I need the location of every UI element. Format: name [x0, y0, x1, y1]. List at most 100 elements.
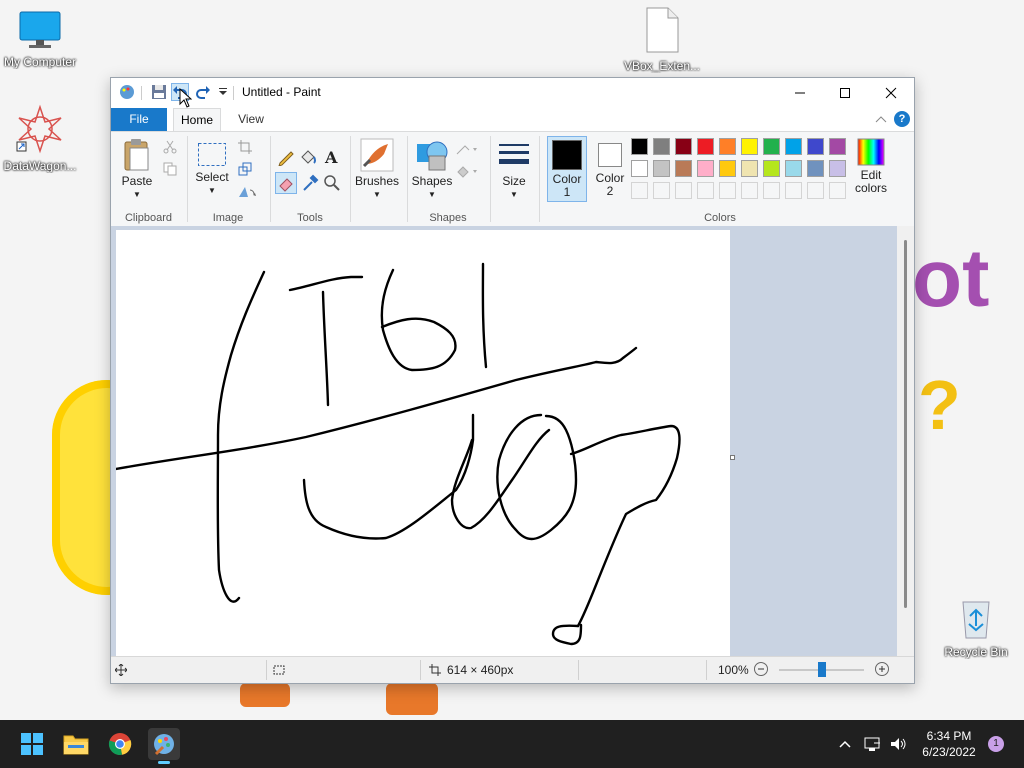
clock-date: 6/23/2022 — [922, 745, 976, 759]
tools-group-label: Tools — [297, 212, 323, 224]
save-icon[interactable] — [151, 84, 167, 100]
chrome-button[interactable] — [104, 728, 136, 760]
collapse-ribbon-icon[interactable] — [875, 114, 887, 124]
palette-custom-slot[interactable] — [719, 182, 736, 199]
desktop-icon-my-computer[interactable]: My Computer — [0, 10, 80, 69]
palette-custom-slot[interactable] — [741, 182, 758, 199]
paint-taskbar-button[interactable] — [148, 728, 180, 764]
fill-bucket-icon[interactable] — [299, 148, 317, 166]
rotate-icon[interactable] — [238, 184, 258, 198]
resize-icon[interactable] — [238, 162, 252, 176]
tab-file[interactable]: File — [111, 108, 167, 131]
palette-custom-slot[interactable] — [785, 182, 802, 199]
zoom-slider-thumb[interactable] — [817, 662, 826, 677]
outline-icon[interactable] — [455, 142, 479, 156]
crop-icon[interactable] — [238, 140, 252, 154]
close-button[interactable] — [868, 78, 913, 108]
palette-swatch[interactable] — [829, 138, 846, 155]
color2-button[interactable]: Color 2 — [591, 136, 629, 202]
notification-badge[interactable]: 1 — [988, 736, 1004, 752]
palette-custom-slot[interactable] — [807, 182, 824, 199]
size-label: Size — [502, 174, 526, 188]
palette-swatch[interactable] — [697, 138, 714, 155]
maximize-button[interactable] — [822, 78, 867, 108]
shapes-button[interactable]: Shapes ▼ — [411, 138, 453, 201]
customize-qa-icon[interactable] — [215, 84, 231, 100]
desktop-icon-datawagon[interactable]: DataWagon... — [0, 104, 80, 173]
start-button[interactable] — [16, 728, 48, 760]
zoom-slider[interactable] — [779, 662, 864, 677]
palette-swatch[interactable] — [631, 160, 648, 177]
palette-custom-slot[interactable] — [763, 182, 780, 199]
canvas-size-icon — [429, 664, 441, 676]
network-icon[interactable] — [864, 735, 882, 753]
palette-swatch[interactable] — [763, 160, 780, 177]
brushes-button[interactable]: Brushes ▼ — [355, 138, 399, 201]
palette-swatch[interactable] — [675, 160, 692, 177]
palette-swatch[interactable] — [741, 160, 758, 177]
fill-icon[interactable] — [455, 164, 479, 178]
tab-home[interactable]: Home — [173, 108, 221, 131]
palette-swatch[interactable] — [719, 138, 736, 155]
palette-swatch[interactable] — [785, 138, 802, 155]
select-button[interactable]: Select ▼ — [195, 142, 229, 197]
scrollbar-thumb[interactable] — [904, 240, 907, 608]
brush-icon — [360, 138, 394, 172]
palette-custom-slot[interactable] — [675, 182, 692, 199]
palette-swatch[interactable] — [763, 138, 780, 155]
palette-swatch[interactable] — [807, 160, 824, 177]
redo-icon[interactable] — [195, 84, 211, 100]
zoom-out-button[interactable] — [754, 662, 768, 676]
size-button[interactable]: Size ▼ — [495, 138, 533, 201]
palette-swatch[interactable] — [785, 160, 802, 177]
color1-swatch — [552, 140, 582, 170]
palette-swatch[interactable] — [807, 138, 824, 155]
desktop-icon-vbox-extensions[interactable]: VBox_Exten... — [622, 6, 702, 73]
palette-swatch[interactable] — [697, 160, 714, 177]
palette-swatch[interactable] — [653, 138, 670, 155]
cut-icon[interactable] — [163, 140, 177, 154]
size-icon — [499, 144, 529, 164]
shapes-icon — [417, 141, 448, 171]
palette-swatch[interactable] — [719, 160, 736, 177]
ribbon-separator — [270, 136, 271, 222]
selection-size-icon — [273, 665, 285, 675]
eraser-button[interactable] — [275, 172, 297, 194]
copy-icon[interactable] — [163, 162, 177, 176]
magnifier-icon[interactable] — [323, 174, 341, 192]
color1-button[interactable]: Color 1 — [547, 136, 587, 202]
cursor-position-icon — [115, 664, 127, 676]
edit-colors-button[interactable]: Edit colors — [853, 138, 889, 195]
desktop-icon-recycle-bin[interactable]: Recycle Bin — [936, 596, 1016, 659]
zoom-in-button[interactable] — [875, 662, 889, 676]
status-separator — [706, 660, 707, 680]
wallpaper-text-ot: ot — [912, 233, 990, 324]
pencil-icon[interactable] — [277, 148, 295, 166]
palette-swatch[interactable] — [829, 160, 846, 177]
color2-swatch — [598, 143, 622, 167]
paste-button[interactable]: Paste ▼ — [119, 138, 155, 201]
clock[interactable]: 6:34 PM 6/23/2022 — [914, 728, 984, 760]
minimize-button[interactable] — [777, 78, 822, 108]
tab-view[interactable]: View — [231, 108, 271, 131]
palette-custom-slot[interactable] — [653, 182, 670, 199]
palette-swatch[interactable] — [741, 138, 758, 155]
palette-custom-slot[interactable] — [829, 182, 846, 199]
file-explorer-button[interactable] — [60, 728, 92, 760]
color1-label: Color 1 — [552, 172, 582, 199]
drawing-canvas[interactable] — [116, 230, 730, 656]
color-picker-icon[interactable] — [301, 174, 319, 192]
canvas-area — [111, 226, 914, 656]
chevron-up-icon[interactable] — [838, 737, 852, 751]
palette-custom-slot[interactable] — [631, 182, 648, 199]
palette-swatch[interactable] — [675, 138, 692, 155]
vertical-scrollbar[interactable] — [897, 226, 914, 656]
volume-icon[interactable] — [889, 735, 907, 753]
canvas-resize-handle[interactable] — [730, 455, 735, 460]
palette-swatch[interactable] — [653, 160, 670, 177]
text-icon[interactable]: A — [323, 148, 341, 166]
palette-swatch[interactable] — [631, 138, 648, 155]
palette-custom-slot[interactable] — [697, 182, 714, 199]
desktop-icon-label: My Computer — [3, 55, 77, 69]
help-icon[interactable]: ? — [894, 111, 910, 127]
